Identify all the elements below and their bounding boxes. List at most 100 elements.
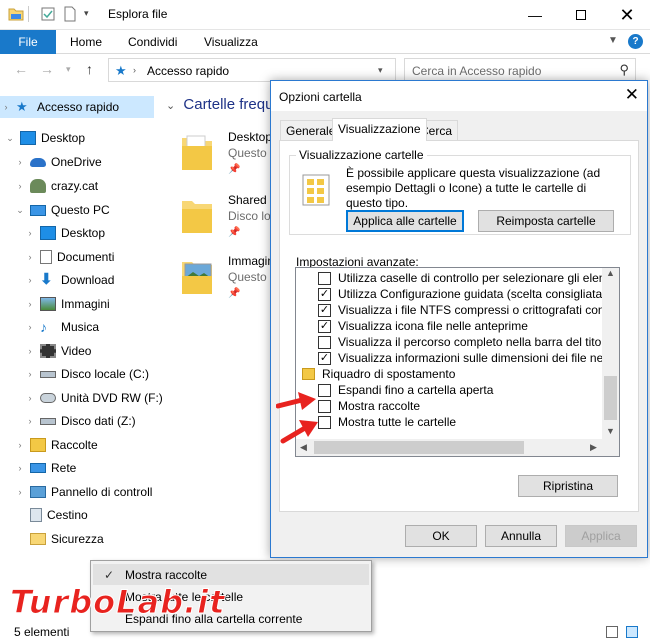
cancel-button[interactable]: Annulla bbox=[485, 525, 557, 547]
chevron-up-icon[interactable]: ▲ bbox=[606, 268, 615, 278]
nav-item-disco-locale[interactable]: › Disco locale (C:) bbox=[24, 363, 150, 385]
chevron-down-icon[interactable]: ⌄ bbox=[14, 205, 26, 216]
nav-item-disco-dati[interactable]: › Disco dati (Z:) bbox=[24, 410, 136, 432]
option-row[interactable]: ✓ Visualizza i file NTFS compressi o crit… bbox=[318, 302, 619, 318]
nav-item-documenti[interactable]: › Documenti bbox=[24, 246, 114, 268]
chevron-right-icon[interactable]: › bbox=[24, 369, 36, 379]
folder-item[interactable]: Immagin Questo P 📌 bbox=[178, 254, 278, 314]
search-input[interactable]: Cerca in Accesso rapido ⚲ bbox=[404, 58, 636, 82]
option-row[interactable]: ✓ Visualizza icona file nelle anteprime bbox=[318, 318, 619, 334]
option-row[interactable]: ✓ Visualizza informazioni sulle dimension… bbox=[318, 350, 619, 366]
chevron-right-icon[interactable]: › bbox=[24, 322, 36, 332]
chevron-right-icon[interactable]: ▶ bbox=[590, 442, 597, 453]
nav-item-onedrive[interactable]: › OneDrive bbox=[14, 151, 102, 173]
checkbox[interactable] bbox=[318, 335, 331, 349]
checkbox[interactable] bbox=[318, 271, 331, 285]
chevron-right-icon[interactable]: › bbox=[14, 157, 26, 167]
checkbox-checked[interactable]: ✓ bbox=[318, 351, 331, 365]
chevron-down-icon[interactable]: ▼ bbox=[606, 426, 615, 436]
tab-home[interactable]: Home bbox=[70, 35, 102, 49]
nav-item-dvd[interactable]: › Unità DVD RW (F:) bbox=[24, 387, 163, 409]
nav-item-video[interactable]: › Video bbox=[24, 340, 91, 362]
details-view-icon[interactable] bbox=[606, 626, 618, 638]
group-description: È possibile applicare questa visualizzaz… bbox=[346, 166, 601, 210]
checkbox-checked[interactable]: ✓ bbox=[318, 303, 331, 317]
tab-visualizzazione[interactable]: Visualizzazione bbox=[332, 118, 427, 141]
nav-item-download[interactable]: › ⬇ Download bbox=[24, 269, 115, 291]
close-button[interactable]: ✕ bbox=[604, 0, 650, 30]
nav-item-raccolte[interactable]: › Raccolte bbox=[14, 434, 98, 456]
nav-item-immagini[interactable]: › Immagini bbox=[24, 293, 110, 315]
chevron-right-icon[interactable]: › bbox=[14, 440, 26, 450]
apply-button[interactable]: Applica bbox=[565, 525, 637, 547]
nav-item-crazy-cat[interactable]: › crazy.cat bbox=[14, 175, 98, 197]
chevron-right-icon[interactable]: › bbox=[133, 65, 136, 75]
expand-ribbon-icon[interactable]: ▼ bbox=[608, 35, 618, 46]
chevron-right-icon[interactable]: › bbox=[14, 181, 26, 191]
chevron-right-icon[interactable]: › bbox=[24, 416, 36, 426]
customize-toolbar-icon[interactable]: ▾ bbox=[84, 8, 89, 19]
forward-icon[interactable]: → bbox=[40, 61, 54, 77]
option-row-mostra-raccolte[interactable]: Mostra raccolte bbox=[318, 398, 619, 414]
chevron-right-icon[interactable]: › bbox=[24, 393, 36, 403]
checkbox[interactable] bbox=[318, 399, 331, 413]
ok-button[interactable]: OK bbox=[405, 525, 477, 547]
advanced-settings-list[interactable]: Utilizza caselle di controllo per selezi… bbox=[295, 267, 620, 457]
chevron-right-icon[interactable]: › bbox=[0, 102, 12, 112]
option-row[interactable]: Visualizza il percorso completo nella ba… bbox=[318, 334, 619, 350]
option-row[interactable]: Utilizza caselle di controllo per selezi… bbox=[318, 270, 619, 286]
up-icon[interactable]: ↑ bbox=[86, 61, 93, 77]
large-icons-view-icon[interactable] bbox=[626, 626, 638, 638]
nav-item-musica[interactable]: › ♪ Musica bbox=[24, 316, 100, 338]
option-row[interactable]: Espandi fino a cartella aperta bbox=[318, 382, 619, 398]
address-dropdown-icon[interactable]: ▾ bbox=[378, 65, 383, 76]
chevron-down-icon[interactable]: ⌄ bbox=[4, 133, 16, 144]
checkbox-checked[interactable]: ✓ bbox=[318, 319, 331, 333]
back-icon[interactable]: ← bbox=[14, 61, 28, 77]
option-row[interactable]: ✓ Utilizza Configurazione guidata (scelta… bbox=[318, 286, 619, 302]
nav-item-cestino[interactable]: Cestino bbox=[14, 504, 88, 526]
nav-item-desktop[interactable]: › Desktop bbox=[24, 222, 105, 244]
restore-defaults-button[interactable]: Ripristina bbox=[518, 475, 618, 497]
minimize-button[interactable]: — bbox=[512, 0, 558, 30]
new-folder-icon[interactable] bbox=[62, 6, 78, 22]
nav-item-label: Questo PC bbox=[51, 203, 110, 217]
vertical-scrollbar[interactable]: ▲ ▼ bbox=[602, 268, 619, 440]
option-row-mostra-tutte[interactable]: Mostra tutte le cartelle bbox=[318, 414, 619, 430]
reset-folders-button[interactable]: Reimposta cartelle bbox=[478, 210, 614, 232]
tab-visualizza[interactable]: Visualizza bbox=[204, 35, 258, 49]
checkbox[interactable] bbox=[318, 383, 331, 397]
search-icon[interactable]: ⚲ bbox=[619, 62, 629, 78]
horizontal-scrollbar[interactable]: ◀ ▶ bbox=[296, 439, 619, 456]
address-bar[interactable]: ★ › Accesso rapido bbox=[108, 58, 396, 82]
chevron-right-icon[interactable]: › bbox=[24, 346, 36, 356]
chevron-right-icon[interactable]: › bbox=[14, 487, 26, 497]
scroll-thumb[interactable] bbox=[604, 376, 617, 420]
tab-file[interactable]: File bbox=[0, 30, 56, 54]
chevron-right-icon[interactable]: › bbox=[24, 228, 36, 238]
nav-item-pannello[interactable]: › Pannello di controll bbox=[14, 481, 153, 503]
chevron-right-icon[interactable]: › bbox=[24, 275, 36, 285]
help-icon[interactable]: ? bbox=[628, 34, 643, 49]
chevron-right-icon[interactable]: › bbox=[24, 252, 36, 262]
scroll-thumb[interactable] bbox=[314, 441, 524, 454]
folder-item[interactable]: Desktop Questo P 📌 bbox=[178, 130, 278, 190]
chevron-right-icon[interactable]: › bbox=[14, 463, 26, 473]
chevron-right-icon[interactable]: › bbox=[24, 299, 36, 309]
nav-item-rete[interactable]: › Rete bbox=[14, 457, 77, 479]
folder-icon[interactable] bbox=[8, 6, 24, 22]
maximize-button[interactable] bbox=[558, 0, 604, 30]
nav-item-accesso-rapido[interactable]: › ★ Accesso rapido bbox=[0, 96, 154, 118]
folder-item[interactable]: Shared S Disco lo 📌 bbox=[178, 193, 278, 253]
recent-locations-icon[interactable]: ▾ bbox=[66, 64, 71, 75]
nav-item-questo-pc[interactable]: ⌄ Questo PC bbox=[14, 199, 110, 221]
checkbox-checked[interactable]: ✓ bbox=[318, 287, 331, 301]
nav-item-sicurezza[interactable]: Sicurezza bbox=[14, 528, 104, 550]
close-icon[interactable]: ✕ bbox=[625, 85, 639, 105]
section-header[interactable]: ⌄ Cartelle freque bbox=[166, 96, 282, 113]
tab-condividi[interactable]: Condividi bbox=[128, 35, 177, 49]
apply-to-folders-button[interactable]: Applica alle cartelle bbox=[346, 210, 464, 232]
properties-icon[interactable] bbox=[40, 6, 56, 22]
menu-item-mostra-raccolte[interactable]: ✓ Mostra raccolte bbox=[93, 564, 369, 585]
nav-item-desktop-root[interactable]: ⌄ Desktop bbox=[4, 127, 85, 149]
